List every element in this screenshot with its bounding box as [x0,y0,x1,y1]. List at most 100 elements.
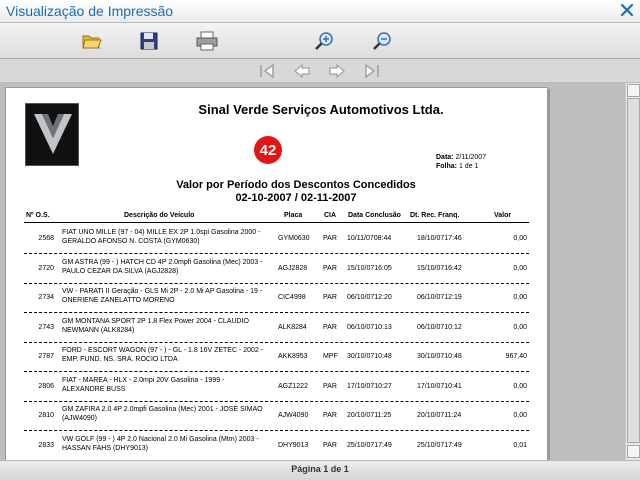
desc-line-2: HASSAN FAHS (DHY9013) [62,444,148,452]
cell-desc: VW - PARATI II Geração - GLS Mi 2P - 2.0… [62,287,277,305]
previous-page-button[interactable] [292,61,312,81]
cell-desc: FIAT UNO MILLE (97 - 04) MILLE EX 2P 1.0… [62,228,277,246]
cell-franq: 20/10/0711:24 [417,412,462,419]
desc-line-1: FORD - ESCORT WAGON (97 - ) - GL - 1.8 1… [62,347,264,354]
cell-concl: 30/10/0710:48 [347,353,392,360]
cell-os: 2734 [38,294,54,301]
table-row: 2734 CIC4998 PAR 06/10/0712:20 06/10/0712:19… [24,284,529,313]
cell-cia: PAR [323,264,337,272]
table-row: 2787 AKK8953 MPF 30/10/0710:48 30/10/0710:48… [24,343,529,372]
desc-line-2: (AJW4090) [62,415,98,422]
col-value: Valor [494,212,512,219]
cell-os: 2743 [38,323,54,331]
cell-concl: 15/10/0716:05 [347,264,392,272]
zoom-in-button[interactable] [312,29,336,53]
window-title: Visualização de Impressão [6,3,174,19]
cell-franq: 15/10/0716:42 [417,264,462,272]
scroll-up-icon[interactable] [627,84,640,97]
last-page-button[interactable] [362,61,382,81]
cell-concl: 06/10/0712:20 [347,294,392,301]
zoom-out-icon [373,32,391,50]
cell-value: 0,00 [513,412,527,419]
title-bar: Visualização de Impressão [0,0,640,23]
scroll-down-icon[interactable] [627,445,640,458]
cell-plate: AJW4090 [278,412,309,419]
cell-plate: AGJ2828 [278,264,308,272]
save-button[interactable] [137,29,161,53]
cell-cia: PAR [323,412,337,419]
cell-value: 0,01 [513,441,527,449]
badge: 42 [254,136,282,164]
zoom-in-icon [315,32,333,50]
date-line: Data: 2/11/2007 [436,154,486,161]
scroll-thumb[interactable] [627,98,640,443]
desc-line-2: EMP. FUND. NS. SRA. ROCIO LTDA [62,356,178,363]
previous-page-icon [294,63,310,79]
cell-os: 2568 [38,235,54,242]
page-indicator: Página 1 de 1 [291,464,349,474]
desc-line-2: ONERIENE ZANELATTO MORENO [62,297,175,304]
desc-line-1: VW - PARATI II Geração - GLS Mi 2P - 2.0… [62,288,263,295]
report-viewport[interactable]: Sinal Verde Serviços Automotivos Ltda. 4… [0,83,625,460]
cell-value: 0,00 [513,235,527,242]
cell-franq: 30/10/0710:48 [417,353,462,360]
table-row: 2810 AJW4090 PAR 20/10/0711:25 20/10/0711:24… [24,402,529,431]
table-row: 2568 GYM0630 PAR 10/11/0708:44 18/10/0717:46… [24,225,529,254]
table-row: 2806 AGZ1222 PAR 17/10/0710:27 17/10/0710:41… [24,373,529,402]
col-plate: Placa [284,212,303,219]
cell-desc: VW GOLF (99 - ) 4P 2.0 Nacional 2.0 Mi G… [62,435,277,453]
cell-plate: CIC4998 [278,294,306,301]
save-disk-icon [140,32,158,50]
next-page-button[interactable] [327,61,347,81]
date-label: Data: [436,154,454,161]
cell-cia: PAR [323,382,337,390]
col-cia: CIA [324,212,337,219]
report-title: Valor por Período dos Descontos Concedid… [176,179,416,191]
next-page-icon [329,63,345,79]
cell-os: 2787 [38,353,54,360]
desc-line-1: GM MONTANA SPORT 2P 1.8 Flex Power 2004 … [62,317,249,325]
desc-line-1: GM ASTRA (99 - ) HATCH CD 4P 2.0mpfi Gas… [62,258,263,266]
cell-os: 2720 [38,264,54,272]
table-row: 2743 ALK8284 PAR 06/10/0710:13 06/10/0710:12… [24,314,529,343]
cell-plate: DHY9013 [278,441,309,449]
report-page: Sinal Verde Serviços Automotivos Ltda. 4… [5,87,548,460]
cell-os: 2833 [38,441,54,449]
navigation-bar [0,59,640,83]
cell-value: 0,00 [513,323,527,331]
col-franq: Dt. Rec. Franq. [410,212,460,219]
print-button[interactable] [195,29,219,53]
vertical-scrollbar[interactable] [625,83,640,460]
cell-franq: 17/10/0710:41 [417,382,462,390]
cell-cia: PAR [323,294,337,301]
first-page-button[interactable] [257,61,277,81]
cell-concl: 20/10/0711:25 [347,412,392,419]
cell-cia: MPF [323,353,338,360]
desc-line-2: GERALDO AFONSO N. COSTA (GYM0630) [62,238,200,245]
cell-cia: PAR [323,323,337,331]
status-bar: Página 1 de 1 [0,460,640,480]
close-icon[interactable] [620,3,634,17]
date-value: 2/11/2007 [455,154,487,161]
company-logo [25,103,79,166]
cell-plate: ALK8284 [278,323,307,331]
desc-line-2: ALEXANDRE BUSS [62,385,126,393]
col-os: Nº O.S. [26,212,50,219]
desc-line-2: NEWMANN (ALK8284) [62,326,135,334]
cell-value: 967,40 [505,353,527,360]
cell-plate: GYM0630 [278,235,310,242]
sheet-line: Folha: 1 de 1 [436,163,478,170]
printer-icon [196,31,218,51]
last-page-icon [365,63,379,79]
cell-plate: AKK8953 [278,353,308,360]
open-button[interactable] [80,29,104,53]
cell-desc: FIAT - MAREA - HLX - 2.0mpi 20V Gasolina… [62,376,277,394]
table-row: 2833 DHY9013 PAR 25/10/0717:49 25/10/0717:49… [24,432,529,460]
cell-franq: 18/10/0717:46 [417,235,462,242]
col-concl: Data Conclusão [348,212,401,219]
zoom-out-button[interactable] [370,29,394,53]
cell-concl: 10/11/0708:44 [347,235,392,242]
cell-desc: GM ASTRA (99 - ) HATCH CD 4P 2.0mpfi Gas… [62,258,277,276]
cell-plate: AGZ1222 [278,382,308,390]
cell-os: 2806 [38,382,54,390]
